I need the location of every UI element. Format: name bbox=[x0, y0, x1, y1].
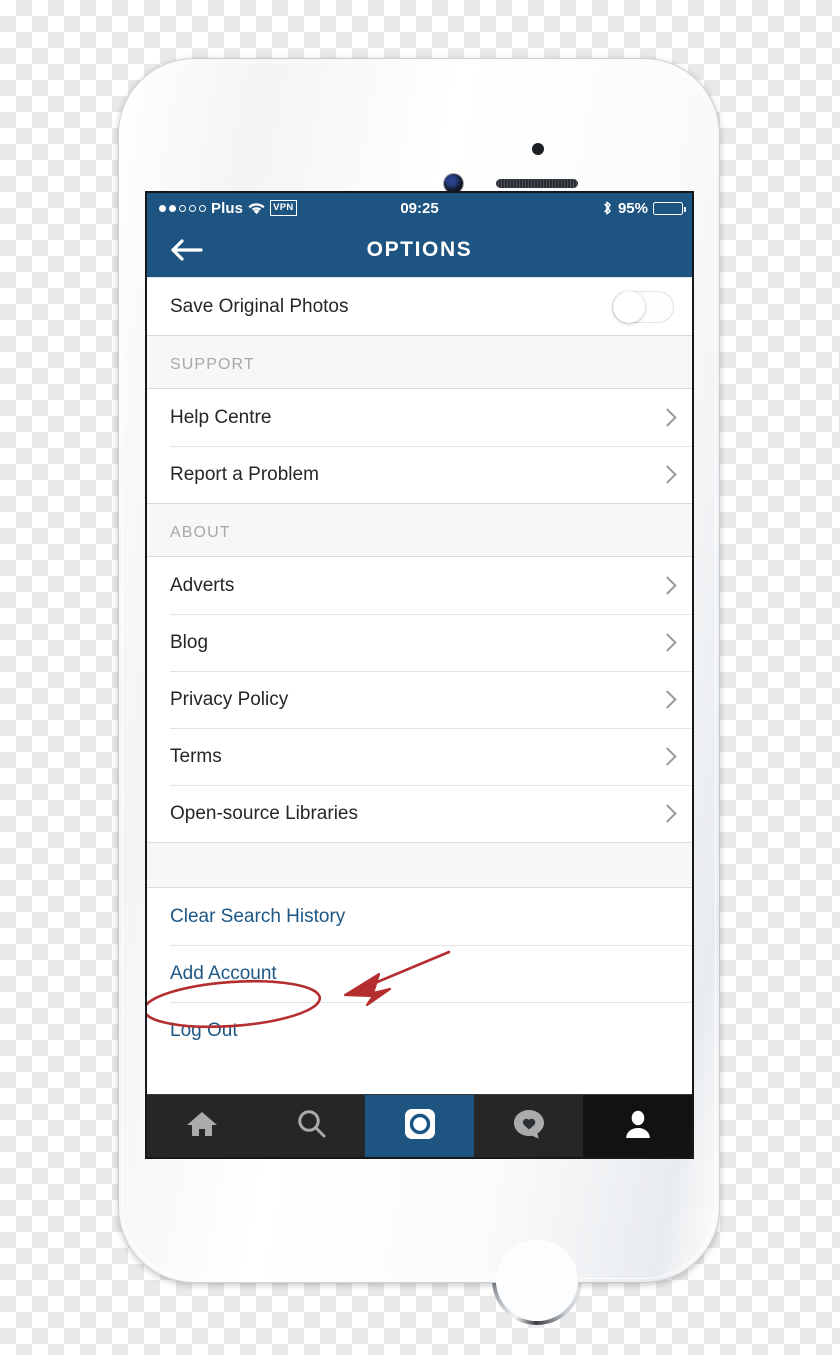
activity-heart-icon bbox=[512, 1108, 546, 1145]
chevron-right-icon bbox=[658, 633, 677, 652]
battery-percent-label: 95% bbox=[617, 199, 648, 217]
home-icon bbox=[185, 1109, 219, 1144]
row-log-out[interactable]: Log Out bbox=[147, 1002, 692, 1059]
camera-icon bbox=[403, 1107, 437, 1146]
chevron-right-icon bbox=[658, 690, 677, 709]
row-label: Save Original Photos bbox=[170, 295, 349, 317]
chevron-right-icon bbox=[658, 747, 677, 766]
row-label: Add Account bbox=[170, 962, 277, 984]
tab-profile[interactable] bbox=[583, 1095, 692, 1157]
status-bar: Plus VPN 09:25 95% bbox=[147, 193, 692, 223]
row-label: Report a Problem bbox=[170, 463, 319, 485]
chevron-right-icon bbox=[658, 576, 677, 595]
row-label: Blog bbox=[170, 631, 209, 653]
back-arrow-icon[interactable] bbox=[169, 236, 205, 264]
proximity-sensor-icon bbox=[532, 143, 544, 155]
section-header-support: SUPPORT bbox=[147, 335, 692, 389]
row-privacy-policy[interactable]: Privacy Policy bbox=[147, 671, 692, 728]
row-label: Adverts bbox=[170, 574, 235, 596]
row-terms[interactable]: Terms bbox=[147, 728, 692, 785]
bottom-tab-bar bbox=[147, 1094, 692, 1157]
row-open-source-libraries[interactable]: Open-source Libraries bbox=[147, 785, 692, 842]
status-bar-right: 95% bbox=[602, 200, 692, 217]
section-header-about: ABOUT bbox=[147, 503, 692, 557]
row-label: Log Out bbox=[170, 1019, 238, 1041]
tab-home[interactable] bbox=[147, 1095, 256, 1157]
row-label: Open-source Libraries bbox=[170, 802, 358, 824]
row-clear-search-history[interactable]: Clear Search History bbox=[147, 888, 692, 945]
list-section-gap bbox=[147, 842, 692, 888]
row-blog[interactable]: Blog bbox=[147, 614, 692, 671]
profile-icon bbox=[623, 1109, 653, 1144]
toggle-knob bbox=[613, 290, 645, 323]
chevron-right-icon bbox=[658, 408, 677, 427]
earpiece-speaker-icon bbox=[496, 179, 578, 188]
chevron-right-icon bbox=[658, 804, 677, 823]
phone-screen: Plus VPN 09:25 95% OPTIONS Save Original… bbox=[147, 193, 692, 1157]
tab-search[interactable] bbox=[256, 1095, 365, 1157]
battery-icon bbox=[653, 201, 686, 215]
chevron-right-icon bbox=[658, 465, 677, 484]
row-add-account[interactable]: Add Account bbox=[147, 945, 692, 1002]
row-label: Help Centre bbox=[170, 406, 272, 428]
page-title: OPTIONS bbox=[366, 238, 473, 261]
bluetooth-icon bbox=[602, 200, 613, 216]
row-label: Clear Search History bbox=[170, 905, 346, 927]
home-button[interactable] bbox=[492, 1235, 582, 1325]
options-list: Save Original Photos SUPPORT Help Centre… bbox=[147, 277, 692, 1059]
row-label: Terms bbox=[170, 745, 222, 767]
row-label: Privacy Policy bbox=[170, 688, 289, 710]
row-report-a-problem[interactable]: Report a Problem bbox=[147, 446, 692, 503]
front-camera-icon bbox=[444, 174, 463, 193]
save-original-photos-toggle[interactable] bbox=[612, 290, 674, 323]
search-icon bbox=[295, 1108, 327, 1145]
row-adverts[interactable]: Adverts bbox=[147, 557, 692, 614]
tab-activity[interactable] bbox=[474, 1095, 583, 1157]
tab-camera[interactable] bbox=[365, 1095, 474, 1157]
row-help-centre[interactable]: Help Centre bbox=[147, 389, 692, 446]
row-save-original-photos[interactable]: Save Original Photos bbox=[147, 277, 692, 335]
navigation-bar: OPTIONS bbox=[147, 223, 692, 277]
